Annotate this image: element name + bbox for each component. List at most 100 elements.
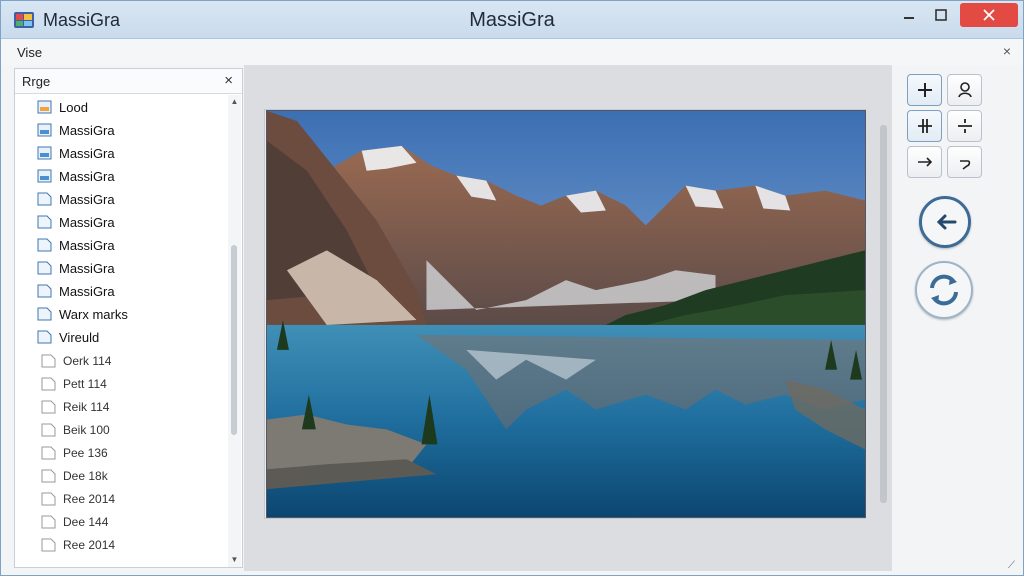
- menu-bar: Vise ×: [1, 39, 1023, 65]
- zoom-in-button[interactable]: [907, 74, 942, 106]
- tree-item[interactable]: MassiGra: [37, 119, 115, 141]
- tree-subitem[interactable]: Dee 144: [41, 511, 108, 533]
- tree-item-label: MassiGra: [59, 214, 115, 230]
- tree-subitem-label: Oerk 114: [63, 354, 112, 368]
- image-file-icon: [37, 100, 52, 114]
- tree-subitem[interactable]: Ree 2014: [41, 488, 115, 510]
- tree-item[interactable]: MassiGra: [37, 234, 115, 256]
- move-button[interactable]: [907, 110, 942, 142]
- resize-grip-icon[interactable]: ⟋: [1008, 560, 1015, 571]
- file-icon: [37, 192, 52, 206]
- panel-title: Rrge: [22, 74, 51, 89]
- tree-subitem-label: Beik 100: [63, 423, 110, 437]
- tree-item-label: MassiGra: [59, 237, 115, 253]
- tree-item-label: MassiGra: [59, 191, 115, 207]
- hook-arrow-button[interactable]: [947, 146, 982, 178]
- panel-header: Rrge ×: [15, 69, 242, 94]
- tree-subitem-label: Reik 114: [63, 400, 110, 414]
- maximize-button[interactable]: [926, 3, 956, 27]
- close-button[interactable]: [960, 3, 1018, 27]
- tree-subitem-label: Pett 114: [63, 377, 107, 391]
- tree-subitem[interactable]: Oerk 114: [41, 350, 111, 372]
- tree-item[interactable]: Lood: [37, 96, 88, 118]
- tree-scrollbar[interactable]: ▲ ▼: [228, 95, 241, 567]
- tree-item-label: MassiGra: [59, 283, 115, 299]
- tree-subitem[interactable]: Dee 18k: [41, 465, 108, 487]
- tree-item-label: MassiGra: [59, 168, 115, 184]
- file-icon: [37, 215, 52, 229]
- panel-close-button[interactable]: ×: [224, 72, 233, 89]
- tree-item[interactable]: MassiGra: [37, 280, 115, 302]
- back-button[interactable]: [919, 196, 971, 248]
- file-icon: [37, 330, 52, 344]
- tree-item[interactable]: MassiGra: [37, 257, 115, 279]
- tree-subitem[interactable]: Reik 114: [41, 396, 109, 418]
- hook-arrow-icon: [959, 160, 970, 170]
- tools-panel: ⟋: [893, 65, 1023, 575]
- title-bar: MassiGra MassiGra: [1, 1, 1023, 39]
- tree-item[interactable]: Vireuld: [37, 326, 99, 348]
- tree-item[interactable]: MassiGra: [37, 142, 115, 164]
- blank-page-icon: [41, 377, 56, 391]
- tree-item[interactable]: MassiGra: [37, 188, 115, 210]
- tree-item-label: Lood: [59, 99, 88, 115]
- scroll-down-arrow-icon[interactable]: ▼: [229, 553, 240, 567]
- image-file-icon: [37, 146, 52, 160]
- split-button[interactable]: [947, 110, 982, 142]
- person-icon: [957, 82, 972, 98]
- close-icon: [983, 9, 995, 21]
- zoom-in-plus-icon: [917, 83, 932, 97]
- blank-page-icon: [41, 492, 56, 506]
- tree-subitem[interactable]: Beik 100: [41, 419, 110, 441]
- minimize-icon: [904, 17, 914, 19]
- blank-page-icon: [41, 423, 56, 437]
- tree-subitem-label: Ree 2014: [63, 538, 116, 552]
- file-icon: [37, 261, 52, 275]
- tree-subitem-label: Ree 2014: [63, 492, 116, 506]
- split-icon: [957, 119, 972, 133]
- tree-item-label: MassiGra: [59, 260, 115, 276]
- file-tree-panel: Rrge × Lood MassiGra MassiGra MassiGra M…: [14, 68, 243, 568]
- tree-subitem[interactable]: Pee 136: [41, 442, 108, 464]
- tree-item-label: MassiGra: [59, 145, 115, 161]
- tree-subitem-label: Dee 144: [63, 515, 109, 529]
- file-icon: [37, 238, 52, 252]
- file-tree: Lood MassiGra MassiGra MassiGra MassiGra…: [15, 95, 229, 567]
- window-title: MassiGra: [469, 9, 555, 31]
- tree-subitem[interactable]: Ree 2014: [41, 534, 115, 556]
- app-window: MassiGra MassiGra Vise × Rrge × Lood Mas…: [0, 0, 1024, 576]
- file-icon: [37, 307, 52, 321]
- maximize-icon: [935, 9, 947, 21]
- blank-page-icon: [41, 354, 56, 368]
- canvas-scrollbar[interactable]: [880, 125, 887, 503]
- arrow-right-icon: [917, 157, 932, 167]
- menubar-close-button[interactable]: ×: [1003, 43, 1011, 59]
- tree-subitem-label: Pee 136: [63, 446, 108, 460]
- blank-page-icon: [41, 400, 56, 414]
- arrow-left-circle-icon: [936, 214, 957, 230]
- minimize-button[interactable]: [894, 3, 924, 27]
- scroll-thumb[interactable]: [231, 245, 237, 435]
- tree-subitem-label: Dee 18k: [63, 469, 108, 483]
- tree-item[interactable]: Warx marks: [37, 303, 128, 325]
- file-icon: [37, 284, 52, 298]
- blank-page-icon: [41, 469, 56, 483]
- image-file-icon: [37, 123, 52, 137]
- person-button[interactable]: [947, 74, 982, 106]
- blank-page-icon: [41, 446, 56, 460]
- tree-item[interactable]: MassiGra: [37, 211, 115, 233]
- scroll-up-arrow-icon[interactable]: ▲: [229, 95, 240, 109]
- refresh-button[interactable]: [915, 261, 973, 319]
- tree-item-label: Warx marks: [59, 306, 128, 322]
- blank-page-icon: [41, 538, 56, 552]
- tree-item[interactable]: MassiGra: [37, 165, 115, 187]
- arrow-right-button[interactable]: [907, 146, 942, 178]
- tree-item-label: MassiGra: [59, 122, 115, 138]
- image-file-icon: [37, 169, 52, 183]
- mountain-lake-photo[interactable]: [266, 110, 866, 518]
- tree-subitem[interactable]: Pett 114: [41, 373, 107, 395]
- menu-item-vise[interactable]: Vise: [17, 45, 42, 60]
- move-cross-icon: [917, 119, 932, 133]
- blank-page-icon: [41, 515, 56, 529]
- tree-item-label: Vireuld: [59, 329, 100, 345]
